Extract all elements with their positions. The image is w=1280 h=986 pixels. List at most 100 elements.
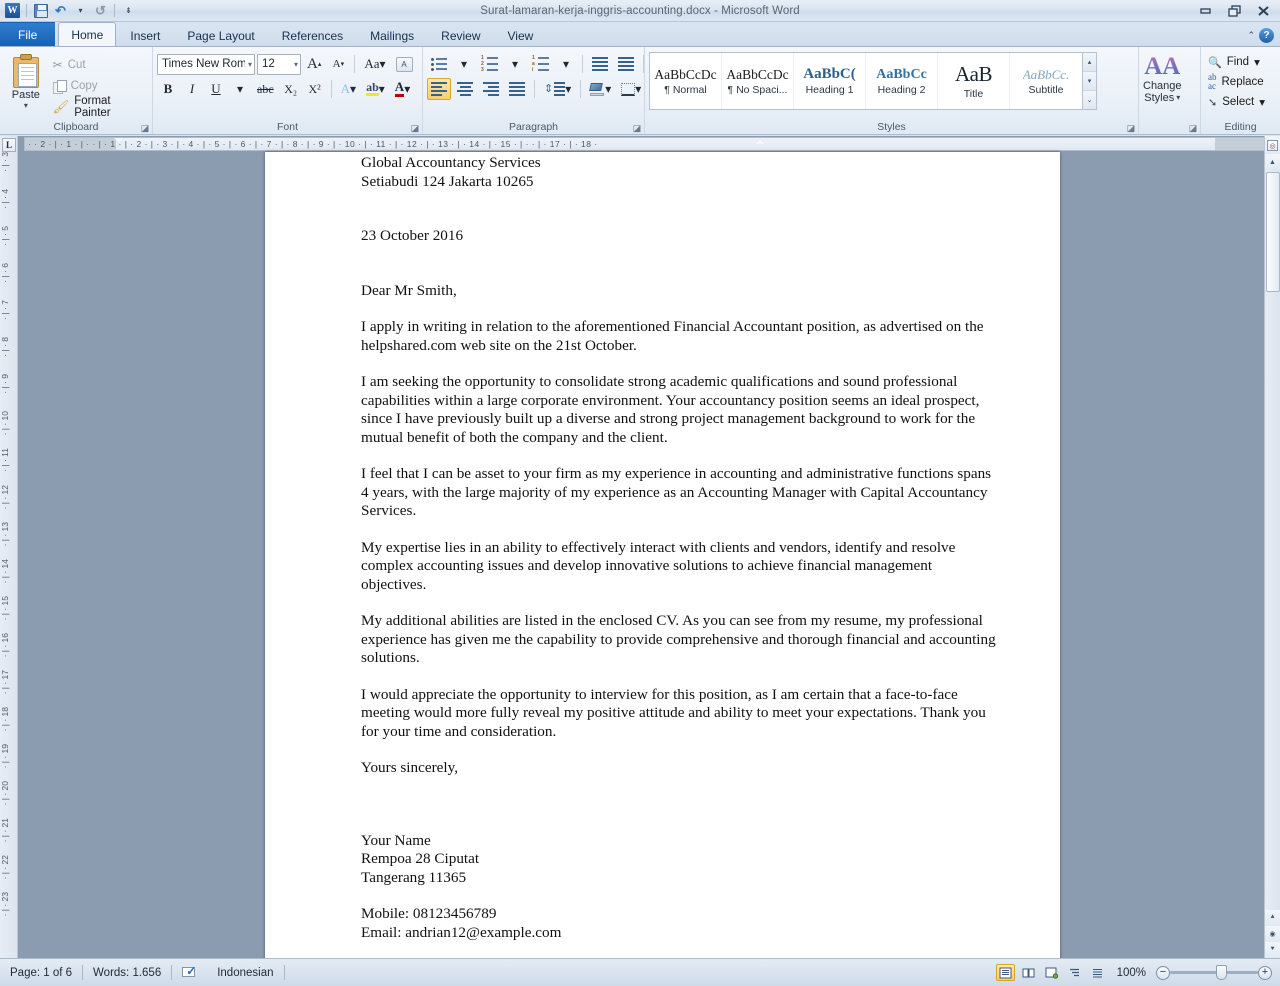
font-name-combo[interactable]: Times New Rom ▾: [157, 53, 255, 75]
save-icon[interactable]: [32, 2, 49, 19]
clear-formatting-button[interactable]: A: [392, 53, 417, 75]
view-draft-button[interactable]: [1088, 964, 1107, 981]
tab-page-layout[interactable]: Page Layout: [174, 24, 267, 46]
numbering-button[interactable]: 123: [477, 53, 502, 75]
text-effects-button[interactable]: A ▾: [337, 78, 360, 100]
bullets-dropdown[interactable]: ▾: [453, 53, 475, 75]
styles-dialog-launcher[interactable]: ◪: [1126, 123, 1136, 133]
paragraph-dialog-launcher[interactable]: ◪: [632, 123, 642, 133]
style-subtitle[interactable]: AaBbCc. Subtitle: [1010, 53, 1082, 109]
clipboard-dialog-launcher[interactable]: ◪: [140, 123, 150, 133]
style-heading-2[interactable]: AaBbCc Heading 2: [866, 53, 938, 109]
document-text[interactable]: Global Accountancy Services Setiabudi 124…: [361, 154, 1000, 942]
chevron-down-icon[interactable]: ▾: [1176, 94, 1180, 102]
horizontal-ruler[interactable]: · · 2 · | · 1 · | · · | · 1 · | · 2 · | …: [18, 136, 1280, 152]
change-styles-button[interactable]: AA Change Styles ▾: [1143, 50, 1182, 105]
browse-object-button[interactable]: ◉: [1264, 926, 1280, 942]
zoom-level[interactable]: 100%: [1111, 967, 1152, 979]
font-color-button[interactable]: A ▾: [391, 78, 414, 100]
view-print-layout-button[interactable]: [995, 964, 1015, 981]
underline-dropdown[interactable]: ▾: [229, 78, 251, 100]
shading-button[interactable]: ▾: [586, 78, 615, 100]
superscript-button[interactable]: X²: [304, 78, 326, 100]
strikethrough-button[interactable]: abc: [253, 78, 278, 100]
copy-button[interactable]: Copy: [50, 77, 148, 95]
view-web-layout-button[interactable]: [1042, 964, 1061, 981]
tab-view[interactable]: View: [495, 24, 547, 46]
styles-scroll-down-icon[interactable]: ▾: [1083, 72, 1096, 91]
page-indicator[interactable]: Page: 1 of 6: [0, 963, 82, 983]
scroll-up-button[interactable]: ▲: [1264, 154, 1280, 170]
bullets-button[interactable]: [427, 53, 451, 75]
bold-button[interactable]: B: [157, 78, 179, 100]
view-full-screen-reading-button[interactable]: [1019, 964, 1038, 981]
tab-selector-button[interactable]: L: [2, 138, 16, 152]
tab-insert[interactable]: Insert: [117, 24, 173, 46]
zoom-in-button[interactable]: +: [1258, 965, 1272, 980]
font-size-combo[interactable]: 12 ▾: [257, 53, 301, 75]
style-heading-1[interactable]: AaBbC( Heading 1: [794, 53, 866, 109]
view-outline-button[interactable]: [1065, 964, 1084, 981]
minimize-button[interactable]: [1191, 1, 1220, 21]
zoom-track[interactable]: [1170, 965, 1258, 980]
styles-scroll-up-icon[interactable]: ▴: [1083, 53, 1096, 72]
word-logo-icon[interactable]: W: [4, 2, 21, 19]
next-page-button[interactable]: ⯆: [1264, 942, 1280, 958]
style-no-spacing[interactable]: AaBbCcDc ¶ No Spaci...: [722, 53, 794, 109]
style-normal[interactable]: AaBbCcDc ¶ Normal: [650, 53, 722, 109]
collapse-ribbon-icon[interactable]: ⌃: [1247, 30, 1255, 41]
paste-dropdown-icon[interactable]: ▾: [24, 102, 28, 110]
style-title[interactable]: AaB Title: [938, 53, 1010, 109]
chevron-down-icon[interactable]: ▾: [1259, 95, 1265, 109]
redo-icon[interactable]: ↺: [92, 2, 109, 19]
grow-font-button[interactable]: A ▴: [303, 53, 325, 75]
change-case-button[interactable]: Aa ▾: [360, 53, 389, 75]
undo-dropdown-icon[interactable]: ▾: [72, 2, 89, 19]
restore-button[interactable]: [1220, 1, 1249, 21]
zoom-out-button[interactable]: −: [1156, 965, 1170, 980]
zoom-slider[interactable]: − +: [1156, 965, 1272, 980]
tab-mailings[interactable]: Mailings: [357, 24, 427, 46]
customize-qat-icon[interactable]: ⇟: [120, 2, 137, 19]
vertical-ruler[interactable]: L · | · 3 · | · 4 · | · 5 · | · 6 · | · 7 · |…: [0, 136, 18, 958]
tab-file[interactable]: File: [0, 22, 56, 46]
document-page[interactable]: Global Accountancy Services Setiabudi 124…: [265, 152, 1060, 958]
multilevel-dropdown[interactable]: ▾: [555, 53, 577, 75]
close-button[interactable]: [1249, 1, 1278, 21]
proofing-status[interactable]: ✓: [172, 963, 207, 983]
vertical-scrollbar[interactable]: ◎ ▲ ⯅ ◉ ⯆: [1264, 136, 1280, 958]
line-spacing-button[interactable]: ⇕ ▾: [540, 78, 575, 100]
zoom-thumb[interactable]: [1216, 965, 1227, 980]
select-button[interactable]: ➘ Select ▾: [1205, 93, 1268, 111]
align-left-button[interactable]: [427, 78, 451, 100]
find-button[interactable]: 🔍 Find ▾: [1205, 53, 1268, 71]
numbering-dropdown[interactable]: ▾: [504, 53, 526, 75]
multilevel-list-button[interactable]: 1ai: [528, 53, 553, 75]
align-center-button[interactable]: [453, 78, 477, 100]
word-count[interactable]: Words: 1.656: [83, 963, 171, 983]
format-painter-button[interactable]: 🖌 Format Painter: [50, 95, 148, 119]
replace-button[interactable]: ab ac Replace: [1205, 73, 1268, 91]
scroll-thumb[interactable]: [1265, 172, 1280, 292]
previous-page-button[interactable]: ⯅: [1264, 910, 1280, 926]
tab-references[interactable]: References: [269, 24, 356, 46]
first-line-indent-marker[interactable]: [114, 138, 124, 144]
paste-button[interactable]: Paste ▾: [4, 52, 48, 116]
shrink-font-button[interactable]: A ▾: [327, 53, 349, 75]
styles-more-icon[interactable]: ⌄: [1083, 91, 1096, 109]
font-dialog-launcher[interactable]: ◪: [410, 123, 420, 133]
help-icon[interactable]: ?: [1259, 28, 1274, 43]
right-indent-marker[interactable]: [755, 138, 765, 144]
select-browse-object-button[interactable]: ◎: [1264, 136, 1280, 154]
language-indicator[interactable]: Indonesian: [207, 963, 283, 983]
cut-button[interactable]: ✂ Cut: [50, 56, 148, 74]
subscript-button[interactable]: X₂: [280, 78, 302, 100]
highlight-button[interactable]: ab ▾: [362, 78, 389, 100]
change-styles-dialog-launcher[interactable]: ◪: [1188, 123, 1198, 133]
decrease-indent-button[interactable]: [588, 53, 612, 75]
styles-scrollbar[interactable]: ▴ ▾ ⌄: [1083, 52, 1097, 110]
tab-review[interactable]: Review: [428, 24, 493, 46]
underline-button[interactable]: U: [205, 78, 227, 100]
justify-button[interactable]: [505, 78, 529, 100]
italic-button[interactable]: I: [181, 78, 203, 100]
